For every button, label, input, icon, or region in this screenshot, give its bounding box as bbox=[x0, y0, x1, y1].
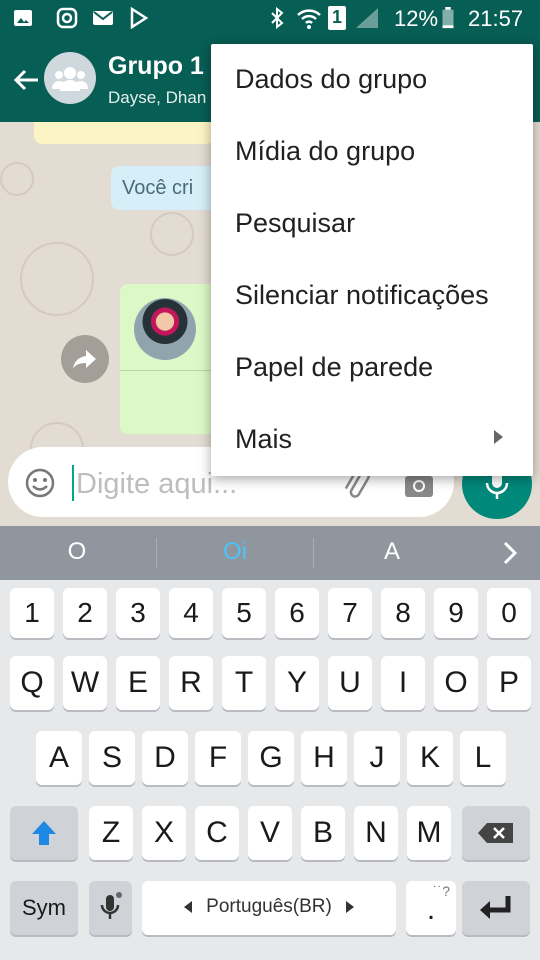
key-5[interactable]: 5 bbox=[222, 588, 266, 638]
group-members[interactable]: Dayse, Dhan bbox=[108, 88, 206, 108]
contact-photo bbox=[134, 298, 196, 360]
battery-icon bbox=[442, 7, 454, 29]
language-next-icon bbox=[346, 901, 354, 913]
enter-key[interactable] bbox=[462, 881, 530, 935]
key-z[interactable]: Z bbox=[89, 806, 133, 860]
key-i[interactable]: I bbox=[381, 656, 425, 710]
menu-item-label: Silenciar notificações bbox=[235, 280, 489, 310]
key-x[interactable]: X bbox=[142, 806, 186, 860]
enter-icon bbox=[480, 896, 511, 919]
play-store-icon bbox=[130, 7, 149, 29]
suggestion-divider bbox=[313, 538, 314, 568]
menu-item-label: Mais bbox=[235, 424, 293, 454]
status-bar: 1 12% 21:57 bbox=[0, 0, 540, 38]
key-g[interactable]: G bbox=[248, 731, 294, 785]
menu-item-more[interactable]: Mais bbox=[211, 404, 533, 476]
key-6[interactable]: 6 bbox=[275, 588, 319, 638]
submenu-arrow-icon bbox=[494, 430, 503, 444]
key-2[interactable]: 2 bbox=[63, 588, 107, 638]
bluetooth-icon bbox=[271, 7, 284, 29]
key-n[interactable]: N bbox=[354, 806, 398, 860]
menu-item-wallpaper[interactable]: Papel de parede bbox=[211, 332, 533, 404]
keyboard: O Oi A 1234567890 QWERTYUIOP ASDFGHJKL Z… bbox=[0, 526, 540, 960]
suggestion-divider bbox=[156, 538, 157, 568]
key-9[interactable]: 9 bbox=[434, 588, 478, 638]
suggestion-3[interactable]: A bbox=[332, 538, 452, 566]
key-3[interactable]: 3 bbox=[116, 588, 160, 638]
wallpaper-doodle bbox=[20, 242, 94, 316]
backspace-key[interactable] bbox=[462, 806, 530, 860]
period-label: . bbox=[426, 893, 436, 926]
menu-item-label: Mídia do grupo bbox=[235, 136, 416, 166]
key-j[interactable]: J bbox=[354, 731, 400, 785]
key-t[interactable]: T bbox=[222, 656, 266, 710]
overflow-menu: Dados do grupo Mídia do grupo Pesquisar … bbox=[211, 44, 533, 476]
key-l[interactable]: L bbox=[460, 731, 506, 785]
suggestion-bar: O Oi A bbox=[0, 526, 540, 580]
voice-input-key[interactable] bbox=[89, 881, 132, 935]
key-w[interactable]: W bbox=[63, 656, 107, 710]
instagram-icon bbox=[56, 7, 78, 29]
group-avatar[interactable] bbox=[44, 52, 96, 104]
emoji-icon[interactable] bbox=[24, 467, 56, 499]
menu-item-group-media[interactable]: Mídia do grupo bbox=[211, 116, 533, 188]
sim-icon: 1 bbox=[328, 6, 346, 30]
key-r[interactable]: R bbox=[169, 656, 213, 710]
signal-icon bbox=[356, 8, 378, 28]
key-e[interactable]: E bbox=[116, 656, 160, 710]
shift-arrow-icon bbox=[32, 821, 56, 845]
wifi-icon bbox=[297, 9, 321, 29]
key-y[interactable]: Y bbox=[275, 656, 319, 710]
key-b[interactable]: B bbox=[301, 806, 345, 860]
clock: 21:57 bbox=[468, 6, 524, 31]
wallpaper-doodle bbox=[150, 212, 194, 256]
key-4[interactable]: 4 bbox=[169, 588, 213, 638]
menu-item-label: Pesquisar bbox=[235, 208, 356, 238]
key-o[interactable]: O bbox=[434, 656, 478, 710]
key-f[interactable]: F bbox=[195, 731, 241, 785]
forward-button[interactable] bbox=[61, 335, 109, 383]
mail-icon bbox=[93, 11, 113, 25]
menu-item-search[interactable]: Pesquisar bbox=[211, 188, 533, 260]
battery-percent: 12% bbox=[394, 6, 439, 31]
key-k[interactable]: K bbox=[407, 731, 453, 785]
key-7[interactable]: 7 bbox=[328, 588, 372, 638]
key-a[interactable]: A bbox=[36, 731, 82, 785]
key-h[interactable]: H bbox=[301, 731, 347, 785]
key-m[interactable]: M bbox=[407, 806, 451, 860]
space-key[interactable]: Português(BR) bbox=[142, 881, 396, 935]
key-0[interactable]: 0 bbox=[487, 588, 531, 638]
key-q[interactable]: Q bbox=[10, 656, 54, 710]
language-label: Português(BR) bbox=[206, 896, 332, 917]
period-key[interactable]: ˙˙? . bbox=[406, 881, 456, 935]
backspace-icon bbox=[478, 823, 513, 843]
back-arrow-icon[interactable] bbox=[10, 64, 42, 96]
menu-item-group-info[interactable]: Dados do grupo bbox=[211, 44, 533, 116]
wallpaper-doodle bbox=[0, 162, 34, 196]
shift-key[interactable] bbox=[10, 806, 78, 860]
key-8[interactable]: 8 bbox=[381, 588, 425, 638]
key-1[interactable]: 1 bbox=[10, 588, 54, 638]
key-d[interactable]: D bbox=[142, 731, 188, 785]
menu-item-label: Papel de parede bbox=[235, 352, 434, 382]
key-s[interactable]: S bbox=[89, 731, 135, 785]
date-banner bbox=[34, 122, 214, 144]
key-c[interactable]: C bbox=[195, 806, 239, 860]
group-title[interactable]: Grupo 1 bbox=[108, 52, 204, 81]
key-v[interactable]: V bbox=[248, 806, 292, 860]
key-p[interactable]: P bbox=[487, 656, 531, 710]
gallery-icon bbox=[14, 10, 32, 26]
group-icon bbox=[52, 67, 88, 91]
menu-item-label: Dados do grupo bbox=[235, 64, 428, 94]
sym-key[interactable]: Sym bbox=[10, 881, 78, 935]
suggestion-1[interactable]: O bbox=[17, 538, 137, 566]
suggestion-2[interactable]: Oi bbox=[175, 538, 295, 566]
forward-icon bbox=[73, 350, 96, 369]
microphone-settings-icon bbox=[100, 892, 122, 919]
menu-item-mute-notifications[interactable]: Silenciar notificações bbox=[211, 260, 533, 332]
chevron-right-icon[interactable] bbox=[496, 539, 524, 567]
key-u[interactable]: U bbox=[328, 656, 372, 710]
